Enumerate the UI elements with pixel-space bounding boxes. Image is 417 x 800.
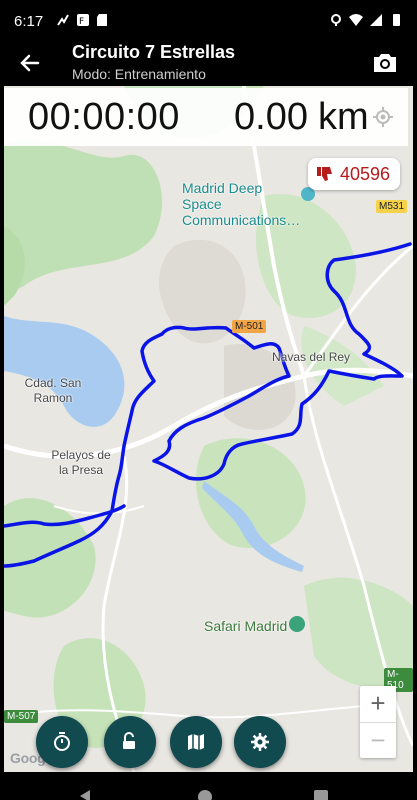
nav-recents-icon[interactable] [314,790,328,800]
settings-icon [251,733,269,751]
map-label-pelayos: Pelayos de la Presa [51,448,111,477]
camera-icon[interactable] [371,50,399,76]
road-shield-m531: M531 [376,200,408,213]
svg-text:F: F [79,17,84,27]
wifi-icon [349,14,363,26]
stopwatch-icon [54,732,70,751]
zoom-out-button[interactable]: − [360,722,396,758]
signal-icon [370,14,382,26]
road-shield-m507: M-507 [4,710,39,723]
map-label-deep-space[interactable]: Madrid Deep Space Communications… [182,180,300,228]
unlock-button[interactable] [104,716,156,768]
nav-back-icon[interactable] [80,790,90,800]
map-label-navas-del-rey: Navas del Rey [272,350,351,364]
thumbs-down-icon [317,167,332,181]
rating-value: 40596 [340,163,391,184]
elapsed-time: 00:00:00 [28,96,180,138]
map-icon [188,734,204,750]
sd-card-icon [97,14,107,26]
stats-panel: 00:00:00 0.00 km [4,88,408,146]
map-type-button[interactable] [170,716,222,768]
zoom-in-button[interactable]: + [360,686,396,722]
distance-unit: km [317,96,369,138]
status-bar: 6:17 F [0,0,417,40]
settings-button[interactable] [234,716,286,768]
road-shield-m501: M-501 [232,320,267,333]
system-icons [329,13,403,27]
stopwatch-button[interactable] [36,716,88,768]
zoom-controls: + − [360,686,396,758]
distance-readout: 0.00 km [234,96,369,139]
my-location-icon[interactable] [372,106,394,128]
distance-value: 0.00 [234,96,308,138]
map-label-safari-madrid[interactable]: Safari Madrid [204,618,287,634]
activity-icon [57,14,69,26]
app-bar: Circuito 7 Estrellas Modo: Entrenamiento [0,40,417,86]
app-notification-icon: F [77,14,89,27]
mode-subtitle: Modo: Entrenamiento [72,66,206,82]
rating-badge[interactable]: 40596 [308,158,400,190]
notification-icons: F [56,13,110,27]
battery-icon [393,14,400,26]
unlock-icon [123,732,135,749]
status-time: 6:17 [14,13,44,30]
arrow-left-icon[interactable] [14,48,46,78]
system-nav-bar [0,772,417,800]
location-status-icon [331,14,341,26]
map-label-cdad-san-ramon: Cdad. San Ramon [24,376,82,405]
page-title: Circuito 7 Estrellas [72,42,236,62]
nav-home-icon[interactable] [198,790,212,800]
